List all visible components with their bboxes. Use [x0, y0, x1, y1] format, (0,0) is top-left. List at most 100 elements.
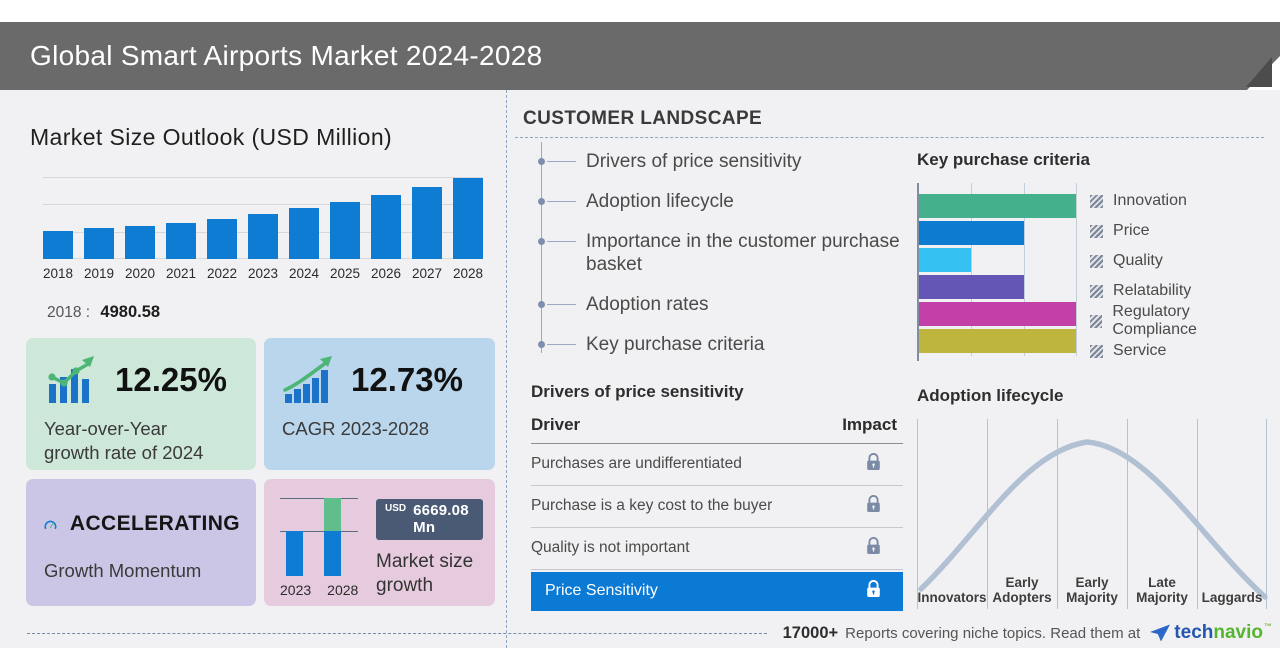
- usd-amount-badge: USD 6669.08 Mn: [376, 499, 483, 540]
- year-label: 2018: [43, 266, 74, 281]
- landscape-topics-list: Drivers of price sensitivity Adoption li…: [523, 142, 903, 357]
- x-axis-year-labels: 2018 2019 2020 2021 2022 2023 2024 2025 …: [43, 266, 506, 281]
- column-header-impact: Impact: [842, 414, 897, 434]
- trademark-symbol: ™: [1264, 622, 1272, 631]
- lock-icon: [866, 494, 881, 518]
- market-size-bar-chart: [43, 177, 483, 259]
- kpc-title: Key purchase criteria: [917, 150, 1090, 169]
- drivers-title: Drivers of price sensitivity: [531, 381, 744, 401]
- yoy-growth-card: 12.25% Year-over-Year growth rate of 202…: [26, 338, 256, 470]
- table-row: Quality is not important: [531, 528, 903, 570]
- column-header-driver: Driver: [531, 414, 581, 434]
- kpc-bar-price: [919, 221, 1024, 245]
- momentum-label: Growth Momentum: [44, 560, 202, 581]
- cagr-value: 12.73%: [351, 361, 463, 398]
- header-fold-corner: [1246, 57, 1272, 87]
- market-size-title: Market Size Outlook (USD Million): [30, 124, 393, 150]
- list-item: Drivers of price sensitivity: [523, 150, 902, 174]
- market-bar-2026: [371, 195, 401, 259]
- content-area: Market Size Outlook (USD Million) 2018 2…: [0, 90, 1280, 648]
- customer-landscape-title: CUSTOMER LANDSCAPE: [523, 108, 763, 129]
- year-label: 2027: [412, 266, 443, 281]
- footer-dashed-line: [27, 632, 767, 634]
- reports-count: 17000+: [782, 623, 839, 642]
- hatch-swatch-icon: [1090, 254, 1104, 268]
- table-row: Purchases are undifferentiated: [531, 444, 903, 486]
- legend-label: Regulatory Compliance: [1112, 303, 1197, 338]
- page-title: Global Smart Airports Market 2024-2028: [30, 40, 543, 71]
- legend-label: Innovation: [1113, 192, 1187, 209]
- lock-icon: [866, 536, 881, 560]
- kpc-legend: Innovation Price Quality Relatability Re…: [1090, 183, 1270, 366]
- table-row-highlighted: Price Sensitivity: [531, 571, 903, 611]
- customer-landscape-panel: CUSTOMER LANDSCAPE Drivers of price sens…: [507, 90, 1280, 648]
- kpc-bar-innovation: [919, 194, 1076, 218]
- footer: 17000+ Reports covering niche topics. Re…: [27, 622, 1272, 644]
- list-item: Adoption lifecycle: [523, 190, 902, 214]
- bar-chart-trend-icon: [48, 356, 94, 403]
- legend-item: Innovation: [1090, 186, 1270, 216]
- kpc-bar-service: [919, 329, 1076, 353]
- market-bar-2028: [453, 178, 483, 259]
- legend-label: Service: [1113, 342, 1167, 359]
- market-bar-2024: [289, 208, 319, 259]
- legend-item: Price: [1090, 216, 1270, 246]
- mini-bar-2028: [324, 498, 341, 576]
- market-bar-2027: [412, 187, 442, 259]
- year-label: 2028: [453, 266, 484, 281]
- stage-label: Late Majority: [1136, 574, 1188, 606]
- legend-label: Quality: [1113, 252, 1163, 269]
- growth-segment: [324, 498, 341, 531]
- market-bar-2021: [166, 223, 196, 259]
- cagr-card: 12.73% CAGR 2023-2028: [264, 338, 495, 470]
- ref-line-top: [280, 498, 358, 499]
- bottom-margin: [0, 648, 1280, 670]
- drivers-table: Driver Impact Purchases are undifferenti…: [531, 415, 903, 611]
- driver-text: Quality is not important: [531, 539, 690, 556]
- market-bar-2018: [43, 231, 73, 259]
- year-label: 2020: [125, 266, 156, 281]
- list-item: Key purchase criteria: [523, 333, 902, 357]
- market-bar-2020: [125, 226, 155, 259]
- header-bar: Global Smart Airports Market 2024-2028: [0, 22, 1280, 90]
- mini-bar-2023: [286, 531, 303, 576]
- hatch-swatch-icon: [1090, 314, 1103, 328]
- speedometer-icon: [44, 520, 57, 530]
- driver-text: Purchases are undifferentiated: [531, 455, 742, 472]
- stage-labels: Innovators Early Adopters Early Majority…: [917, 564, 1267, 606]
- legend-label: Relatability: [1113, 282, 1192, 299]
- market-bar-2025: [330, 202, 360, 259]
- growth-mini-chart: 2023 2028: [280, 497, 362, 598]
- kpc-bar-quality: [919, 248, 971, 272]
- ascending-bars-arrow-icon: [283, 356, 332, 403]
- infographic-page: Global Smart Airports Market 2024-2028 M…: [0, 0, 1280, 670]
- legend-item: Service: [1090, 336, 1270, 366]
- year-label: 2025: [330, 266, 361, 281]
- year-label: 2026: [371, 266, 402, 281]
- kpc-bar-relatability: [919, 275, 1024, 299]
- hatch-swatch-icon: [1090, 224, 1104, 238]
- legend-label: Price: [1113, 222, 1150, 239]
- currency-label: USD: [385, 503, 407, 514]
- mini-year-end: 2028: [327, 582, 359, 598]
- logo-text-navio: navio: [1213, 622, 1263, 643]
- stage-label: Laggards: [1201, 590, 1263, 606]
- technavio-logo[interactable]: tech navio ™: [1150, 622, 1272, 644]
- list-item: Importance in the customer purchase bask…: [523, 230, 902, 278]
- base-year-value: 2018 : 4980.58: [47, 303, 506, 322]
- base-year-number: 4980.58: [100, 303, 161, 321]
- hatch-swatch-icon: [1090, 284, 1104, 298]
- landscape-list-column: Drivers of price sensitivity Adoption li…: [515, 138, 903, 611]
- year-label: 2019: [84, 266, 115, 281]
- growth-card-label: Market size growth: [376, 551, 474, 596]
- lock-icon: [866, 452, 881, 476]
- market-bar-2022: [207, 219, 237, 259]
- lifecycle-title: Adoption lifecycle: [917, 386, 1064, 405]
- driver-text: Purchase is a key cost to the buyer: [531, 497, 773, 514]
- logo-text-tech: tech: [1174, 622, 1214, 643]
- adoption-lifecycle-section: Adoption lifecycle Innovators Early Adop…: [917, 386, 1270, 609]
- year-label: 2024: [289, 266, 320, 281]
- market-size-growth-card: 2023 2028 USD 6669.08 Mn Market size gro…: [264, 479, 495, 606]
- stat-cards: 12.25% Year-over-Year growth rate of 202…: [26, 338, 506, 606]
- gridline: [1076, 183, 1077, 356]
